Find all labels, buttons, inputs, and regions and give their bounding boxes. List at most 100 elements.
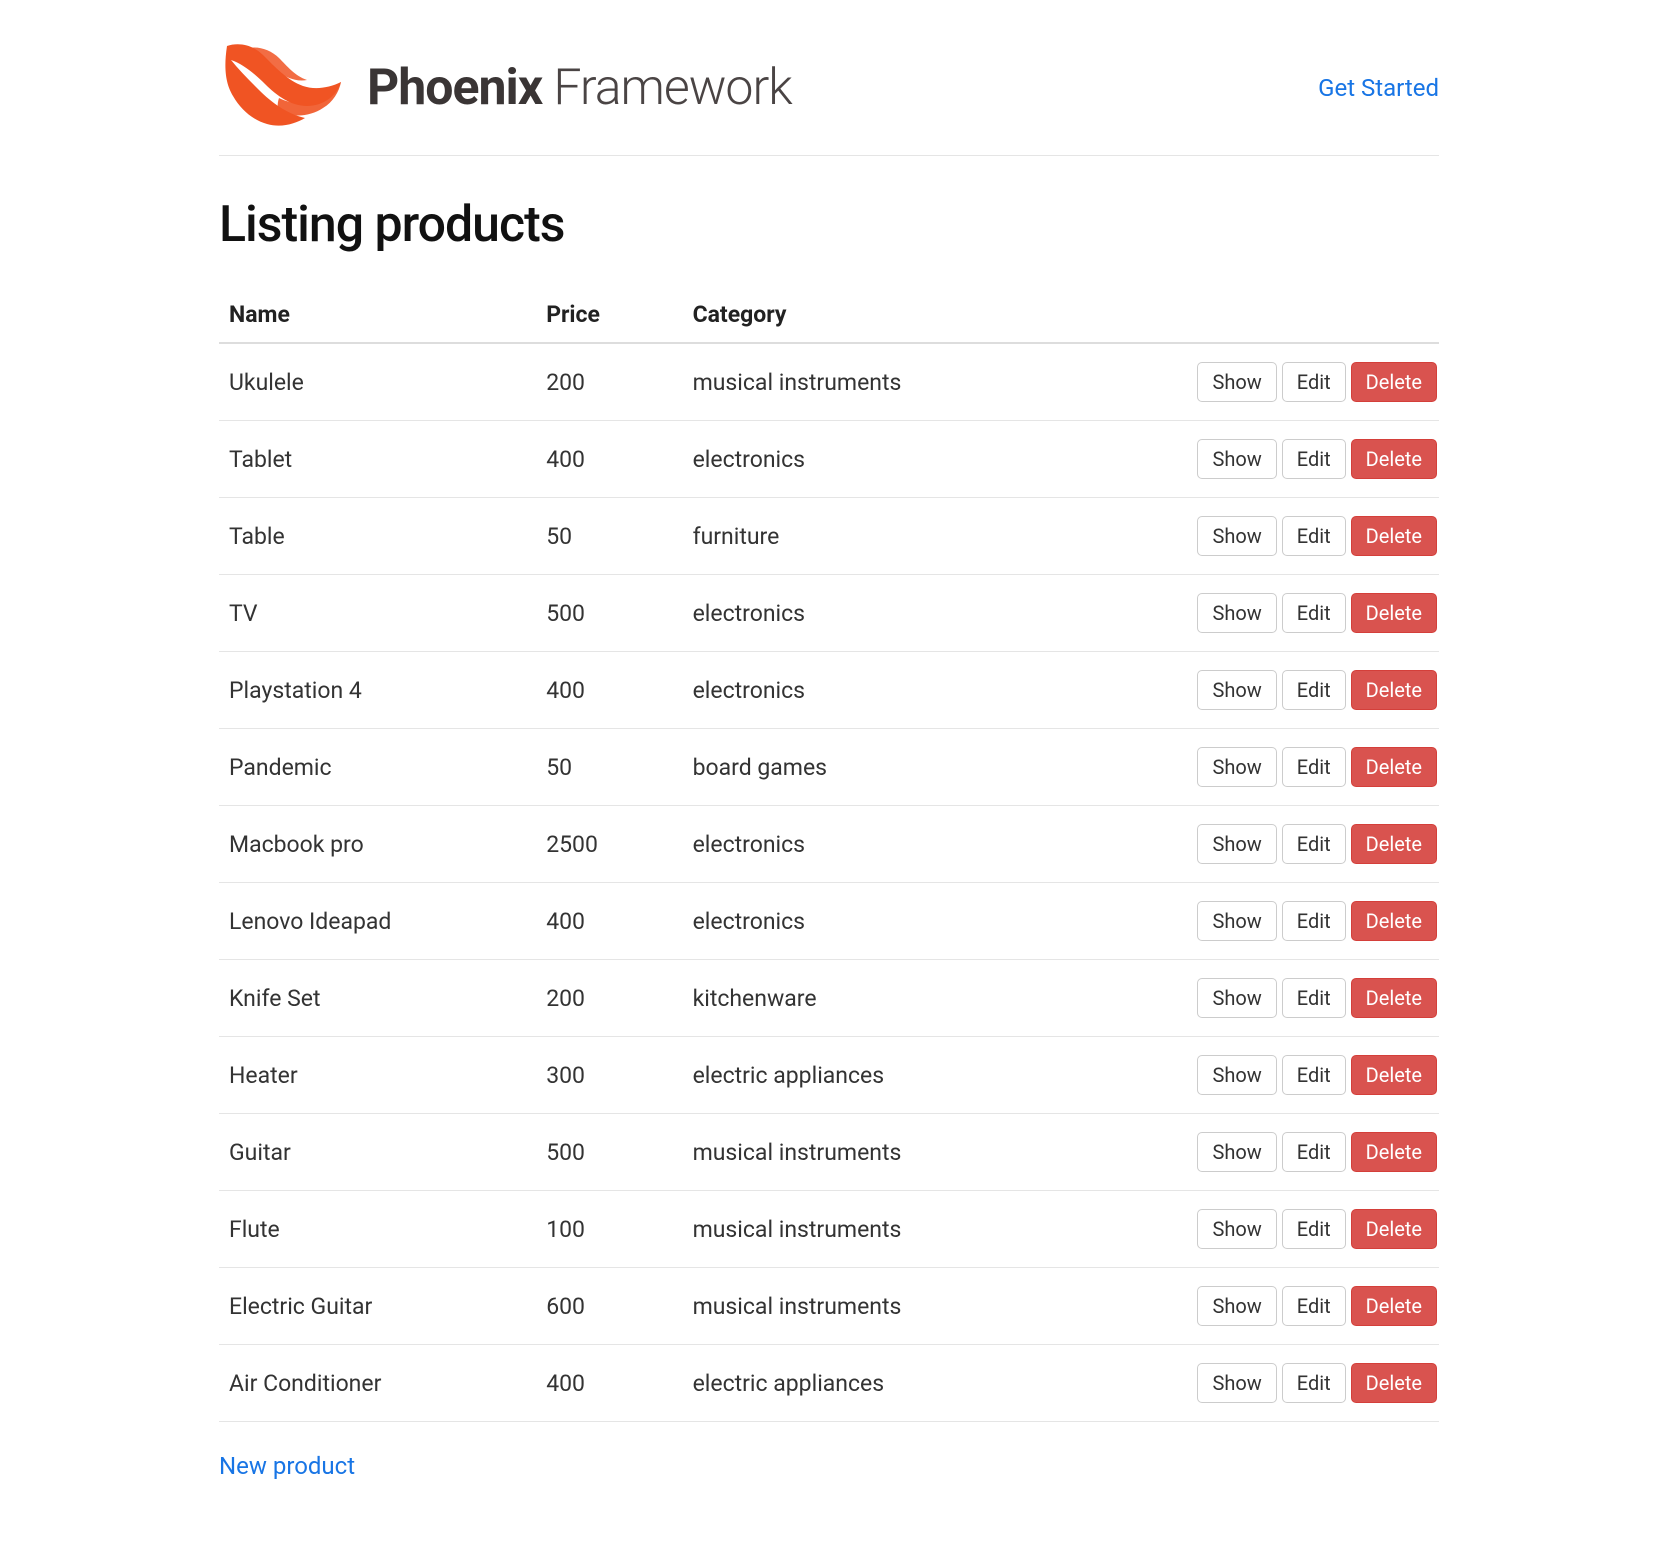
cell-name: Heater xyxy=(219,1037,536,1114)
cell-price: 50 xyxy=(536,498,682,575)
cell-price: 2500 xyxy=(536,806,682,883)
show-button[interactable]: Show xyxy=(1197,1286,1276,1326)
show-button[interactable]: Show xyxy=(1197,1132,1276,1172)
table-row: Knife Set200kitchenwareShowEditDelete xyxy=(219,960,1439,1037)
cell-actions: ShowEditDelete xyxy=(1110,883,1439,960)
cell-name: Air Conditioner xyxy=(219,1345,536,1422)
edit-button[interactable]: Edit xyxy=(1282,439,1346,479)
cell-category: musical instruments xyxy=(683,343,1110,421)
cell-actions: ShowEditDelete xyxy=(1110,652,1439,729)
table-row: Heater300electric appliancesShowEditDele… xyxy=(219,1037,1439,1114)
delete-button[interactable]: Delete xyxy=(1351,1286,1437,1326)
cell-category: electronics xyxy=(683,806,1110,883)
cell-category: board games xyxy=(683,729,1110,806)
brand-bold: Phoenix xyxy=(367,59,542,117)
show-button[interactable]: Show xyxy=(1197,1363,1276,1403)
table-row: Guitar500musical instrumentsShowEditDele… xyxy=(219,1114,1439,1191)
cell-category: electronics xyxy=(683,575,1110,652)
cell-actions: ShowEditDelete xyxy=(1110,1191,1439,1268)
table-row: Ukulele200musical instruments ShowEditDel… xyxy=(219,343,1439,421)
cell-name: Lenovo Ideapad xyxy=(219,883,536,960)
cell-category: musical instruments xyxy=(683,1114,1110,1191)
edit-button[interactable]: Edit xyxy=(1282,747,1346,787)
cell-category: electric appliances xyxy=(683,1345,1110,1422)
cell-actions: ShowEditDelete xyxy=(1110,575,1439,652)
edit-button[interactable]: Edit xyxy=(1282,1055,1346,1095)
show-button[interactable]: Show xyxy=(1197,824,1276,864)
table-row: Electric Guitar600musical instrumentsSho… xyxy=(219,1268,1439,1345)
edit-button[interactable]: Edit xyxy=(1282,1209,1346,1249)
brand-text: Phoenix Framework xyxy=(367,59,792,117)
get-started-link[interactable]: Get Started xyxy=(1318,74,1439,102)
cell-actions: ShowEditDelete xyxy=(1110,421,1439,498)
edit-button[interactable]: Edit xyxy=(1282,1286,1346,1326)
cell-actions: ShowEditDelete xyxy=(1110,498,1439,575)
edit-button[interactable]: Edit xyxy=(1282,978,1346,1018)
cell-price: 500 xyxy=(536,1114,682,1191)
show-button[interactable]: Show xyxy=(1197,670,1276,710)
edit-button[interactable]: Edit xyxy=(1282,824,1346,864)
delete-button[interactable]: Delete xyxy=(1351,362,1437,402)
page-title: Listing products xyxy=(219,196,1439,254)
delete-button[interactable]: Delete xyxy=(1351,824,1437,864)
cell-name: TV xyxy=(219,575,536,652)
table-row: Tablet400electronicsShowEditDelete xyxy=(219,421,1439,498)
delete-button[interactable]: Delete xyxy=(1351,1132,1437,1172)
edit-button[interactable]: Edit xyxy=(1282,1363,1346,1403)
brand: Phoenix Framework xyxy=(219,40,792,135)
delete-button[interactable]: Delete xyxy=(1351,747,1437,787)
col-header-actions xyxy=(1110,289,1439,343)
table-row: Pandemic50board gamesShowEditDelete xyxy=(219,729,1439,806)
delete-button[interactable]: Delete xyxy=(1351,901,1437,941)
show-button[interactable]: Show xyxy=(1197,516,1276,556)
table-row: Table50furnitureShowEditDelete xyxy=(219,498,1439,575)
show-button[interactable]: Show xyxy=(1197,439,1276,479)
header: Phoenix Framework Get Started xyxy=(219,30,1439,156)
cell-price: 400 xyxy=(536,1345,682,1422)
delete-button[interactable]: Delete xyxy=(1351,978,1437,1018)
brand-light: Framework xyxy=(542,59,792,117)
show-button[interactable]: Show xyxy=(1197,1209,1276,1249)
cell-name: Table xyxy=(219,498,536,575)
cell-price: 200 xyxy=(536,343,682,421)
show-button[interactable]: Show xyxy=(1197,747,1276,787)
delete-button[interactable]: Delete xyxy=(1351,1055,1437,1095)
show-button[interactable]: Show xyxy=(1197,362,1276,402)
table-row: Flute100musical instrumentsShowEditDelet… xyxy=(219,1191,1439,1268)
cell-category: electronics xyxy=(683,421,1110,498)
cell-category: electronics xyxy=(683,652,1110,729)
delete-button[interactable]: Delete xyxy=(1351,516,1437,556)
delete-button[interactable]: Delete xyxy=(1351,1209,1437,1249)
col-header-category: Category xyxy=(683,289,1110,343)
cell-actions: ShowEditDelete xyxy=(1110,729,1439,806)
edit-button[interactable]: Edit xyxy=(1282,516,1346,556)
cell-name: Macbook pro xyxy=(219,806,536,883)
cell-actions: ShowEditDelete xyxy=(1110,806,1439,883)
edit-button[interactable]: Edit xyxy=(1282,593,1346,633)
delete-button[interactable]: Delete xyxy=(1351,593,1437,633)
delete-button[interactable]: Delete xyxy=(1351,1363,1437,1403)
cell-category: kitchenware xyxy=(683,960,1110,1037)
delete-button[interactable]: Delete xyxy=(1351,670,1437,710)
edit-button[interactable]: Edit xyxy=(1282,1132,1346,1172)
cell-name: Flute xyxy=(219,1191,536,1268)
show-button[interactable]: Show xyxy=(1197,593,1276,633)
edit-button[interactable]: Edit xyxy=(1282,362,1346,402)
table-row: Playstation 4400electronicsShowEditDelet… xyxy=(219,652,1439,729)
phoenix-logo-icon xyxy=(219,40,349,135)
cell-category: musical instruments xyxy=(683,1191,1110,1268)
cell-price: 500 xyxy=(536,575,682,652)
table-row: Lenovo Ideapad400electronicsShowEditDele… xyxy=(219,883,1439,960)
cell-name: Electric Guitar xyxy=(219,1268,536,1345)
delete-button[interactable]: Delete xyxy=(1351,439,1437,479)
cell-price: 100 xyxy=(536,1191,682,1268)
show-button[interactable]: Show xyxy=(1197,1055,1276,1095)
show-button[interactable]: Show xyxy=(1197,978,1276,1018)
cell-name: Ukulele xyxy=(219,343,536,421)
new-product-link[interactable]: New product xyxy=(219,1452,355,1480)
edit-button[interactable]: Edit xyxy=(1282,670,1346,710)
cell-name: Knife Set xyxy=(219,960,536,1037)
show-button[interactable]: Show xyxy=(1197,901,1276,941)
col-header-name: Name xyxy=(219,289,536,343)
edit-button[interactable]: Edit xyxy=(1282,901,1346,941)
